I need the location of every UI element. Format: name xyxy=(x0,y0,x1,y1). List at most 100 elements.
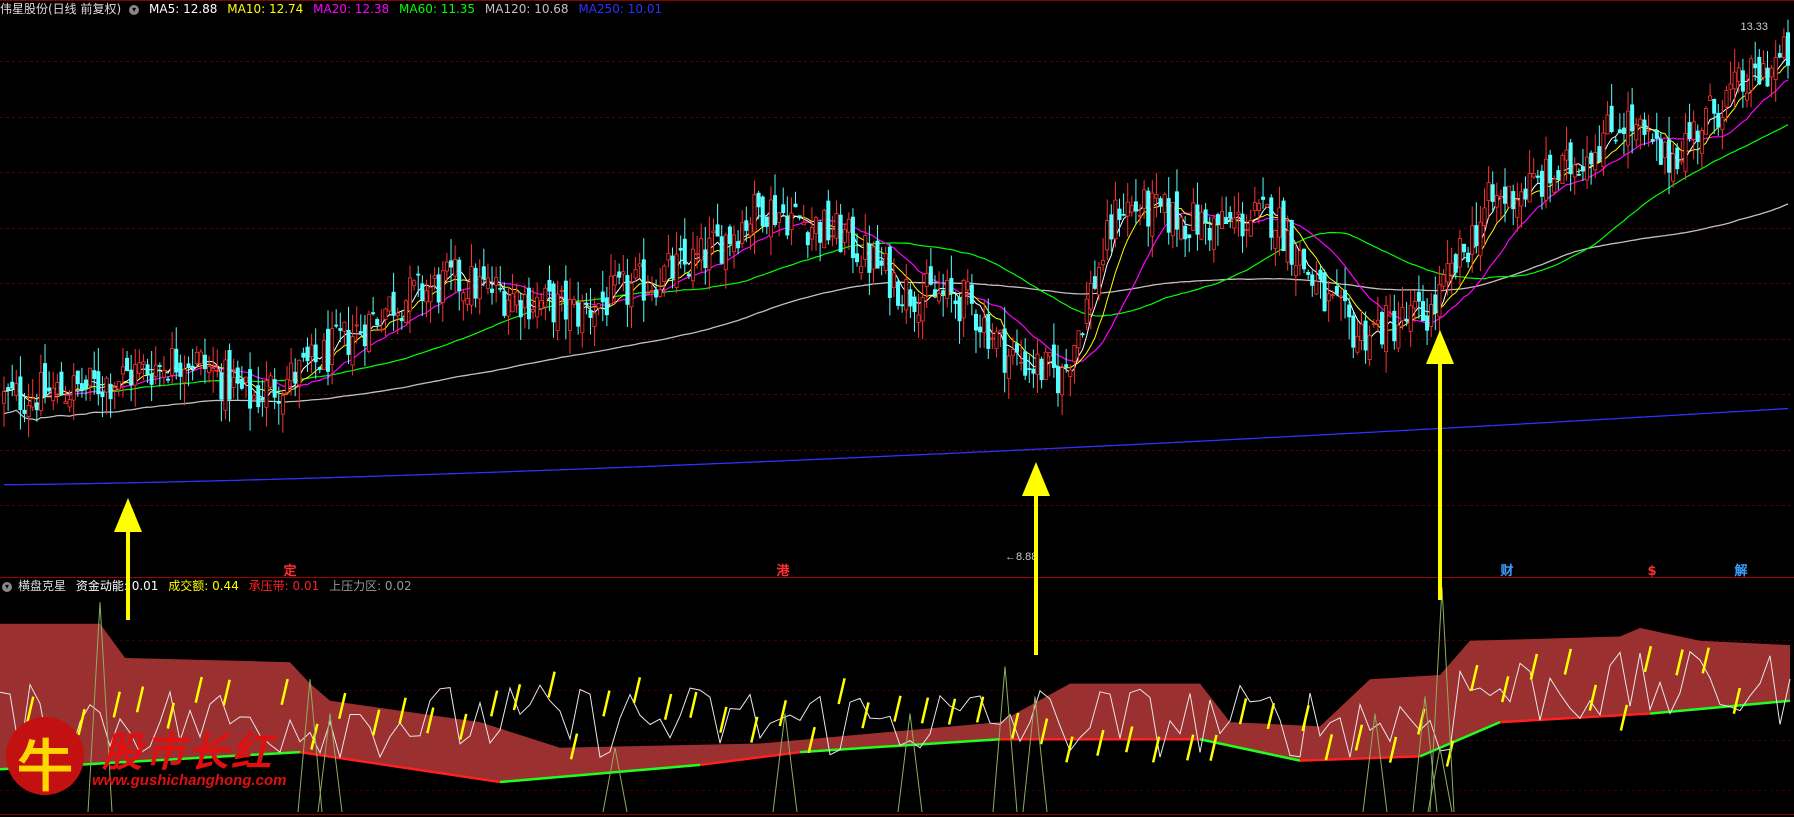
candle-body xyxy=(1482,207,1487,227)
ma60-line xyxy=(3,124,1789,400)
candle xyxy=(1289,219,1294,276)
candle-body xyxy=(703,249,708,269)
candle-body xyxy=(453,258,458,277)
candle-body xyxy=(822,210,827,249)
candle-body xyxy=(1236,211,1241,215)
candle-body xyxy=(1306,271,1311,275)
candle xyxy=(1572,157,1577,195)
candle-body xyxy=(793,203,798,208)
candle xyxy=(1068,364,1073,397)
candle-body xyxy=(1400,306,1405,322)
candle-body xyxy=(1642,119,1647,135)
candle-body xyxy=(440,270,445,303)
candle xyxy=(649,276,654,302)
candle xyxy=(1556,165,1561,190)
candle-body xyxy=(1589,152,1594,165)
candle xyxy=(51,371,56,411)
candle-body xyxy=(957,297,962,322)
candle-body xyxy=(231,376,236,388)
candle-body xyxy=(1511,191,1516,210)
candle-body xyxy=(1478,221,1483,257)
candle xyxy=(1363,311,1368,364)
candle-body xyxy=(211,368,216,372)
candle xyxy=(190,348,195,381)
candle xyxy=(1051,323,1056,378)
candle-body xyxy=(1445,263,1450,283)
stock-title[interactable]: 伟星股份(日线 前复权) xyxy=(0,2,121,16)
candle xyxy=(789,197,794,246)
candle-body xyxy=(748,223,753,237)
candle xyxy=(1437,265,1442,335)
price-legend: 伟星股份(日线 前复权) ▾ MA5: 12.88 MA10: 12.74 MA2… xyxy=(0,1,668,17)
candle-body xyxy=(362,324,367,347)
candle xyxy=(227,343,232,422)
candle-body xyxy=(1097,267,1102,296)
candle-body xyxy=(1658,139,1663,165)
candle-body xyxy=(1113,199,1118,240)
candle-body xyxy=(740,222,745,244)
candle-body xyxy=(96,371,101,395)
ma10-label: MA10: 12.74 xyxy=(227,2,304,16)
candle-body xyxy=(690,248,695,282)
indicator-settings-icon[interactable]: ▾ xyxy=(2,581,12,592)
indicator-name[interactable]: 横盘克星 xyxy=(18,579,66,593)
candle-body xyxy=(1117,208,1122,221)
candle xyxy=(768,186,773,256)
candle xyxy=(1199,204,1204,241)
candle xyxy=(334,309,339,329)
candle xyxy=(1379,310,1384,349)
volume-stroke xyxy=(602,690,611,717)
candle-body xyxy=(494,277,499,286)
candle-body xyxy=(317,367,322,370)
candle xyxy=(428,273,433,323)
candle-body xyxy=(313,344,318,363)
candle xyxy=(949,255,954,313)
settings-icon[interactable]: ▾ xyxy=(129,4,140,15)
candle xyxy=(1757,49,1762,85)
candle xyxy=(555,280,560,341)
candle-body xyxy=(1080,333,1085,336)
candle xyxy=(1092,260,1097,291)
candle xyxy=(321,332,326,370)
candle-body xyxy=(1031,368,1036,374)
candle-body xyxy=(1043,351,1048,380)
candle xyxy=(1544,136,1549,209)
candle-body xyxy=(284,378,289,393)
candle-body xyxy=(1601,132,1606,167)
candle-body xyxy=(215,370,220,372)
candle xyxy=(740,209,745,248)
candle-body xyxy=(707,237,712,271)
candle-body xyxy=(937,293,942,302)
candle xyxy=(1777,44,1782,59)
candle-body xyxy=(1585,156,1590,181)
candle-body xyxy=(67,399,72,408)
candle-body xyxy=(797,215,802,219)
candle xyxy=(1191,188,1196,231)
candle xyxy=(904,264,909,324)
candle xyxy=(26,383,31,438)
candle xyxy=(1240,201,1245,253)
candle xyxy=(584,292,589,315)
candle-body xyxy=(1691,121,1696,140)
candle-body xyxy=(809,227,814,240)
candle-body xyxy=(1179,216,1184,240)
candle-body xyxy=(953,300,958,305)
candle xyxy=(182,355,187,406)
candle-body xyxy=(1330,294,1335,297)
candle-body xyxy=(1650,139,1655,142)
candle xyxy=(809,207,814,251)
candle xyxy=(1654,112,1659,161)
candle xyxy=(1302,248,1307,274)
candle xyxy=(1060,363,1065,416)
candle xyxy=(1392,294,1397,350)
candle-body xyxy=(1252,202,1257,211)
candle-body xyxy=(330,328,335,365)
candle-body xyxy=(1269,197,1274,238)
candle-body xyxy=(227,350,232,400)
candle xyxy=(916,293,921,338)
candle-body xyxy=(387,296,392,312)
candle xyxy=(1716,103,1721,136)
candle-body xyxy=(1351,315,1356,348)
candle xyxy=(621,255,626,292)
candle-body xyxy=(1630,104,1635,132)
